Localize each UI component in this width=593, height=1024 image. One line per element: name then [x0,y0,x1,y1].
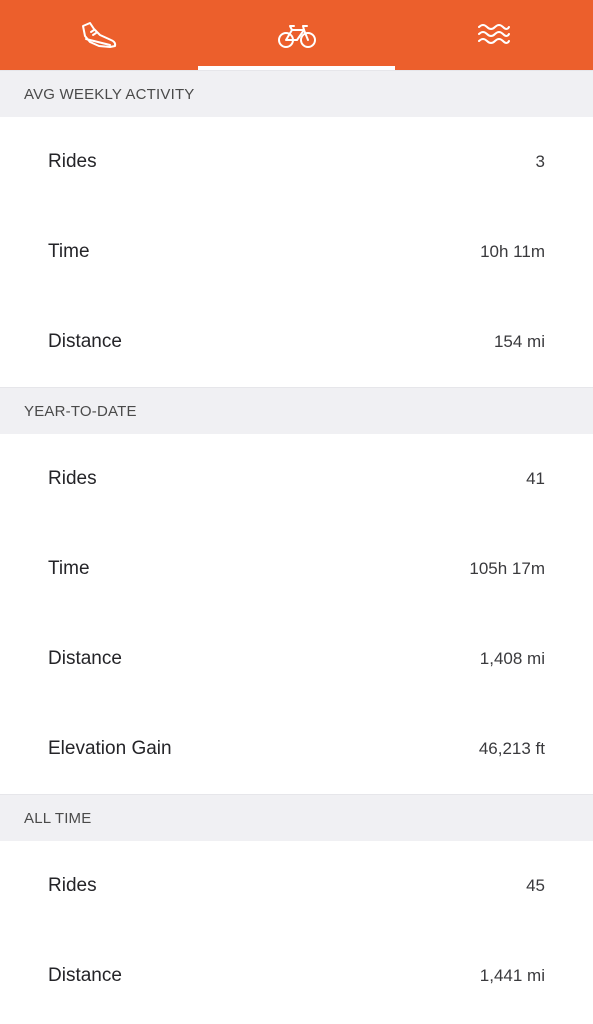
stat-value: 46,213 ft [478,739,545,758]
stat-row: Rides 45 [0,841,593,931]
stat-label: Rides [48,151,97,172]
tab-ride[interactable] [197,0,396,70]
sport-tab-bar [0,0,593,70]
stat-label: Time [48,241,90,262]
stat-value: 41 [526,469,545,488]
stat-row: Elevation Gain 46,213 ft [0,704,593,794]
stat-label: Time [48,558,90,579]
bicycle-icon [277,21,317,49]
stat-value: 1,441 mi [479,966,545,985]
swim-waves-icon [476,21,512,49]
stat-label: Rides [48,875,97,896]
stat-label: Elevation Gain [48,738,172,759]
stat-row: Distance 154 mi [0,297,593,387]
stat-row: Time 105h 17m [0,524,593,614]
stat-label: Distance [48,965,122,986]
stat-value: 45 [526,876,545,895]
stat-label: Distance [48,331,122,352]
stat-label: Rides [48,468,97,489]
stat-row: Rides 3 [0,117,593,207]
tab-swim[interactable] [395,0,593,70]
stat-row: Distance 1,408 mi [0,614,593,704]
tab-run[interactable] [0,0,198,70]
stat-row: Distance 1,441 mi [0,931,593,1021]
section-header-avg-weekly: AVG WEEKLY ACTIVITY [0,70,593,117]
stat-row: Time 10h 11m [0,207,593,297]
stat-label: Distance [48,648,122,669]
stat-value: 10h 11m [480,242,545,261]
stat-value: 105h 17m [469,559,545,578]
stat-value: 3 [535,152,545,171]
stat-row: Rides 41 [0,434,593,524]
section-header-year-to-date: YEAR-TO-DATE [0,387,593,434]
running-shoe-icon [80,20,118,50]
section-header-all-time: ALL TIME [0,794,593,841]
stat-value: 1,408 mi [479,649,545,668]
stat-value: 154 mi [493,332,545,351]
